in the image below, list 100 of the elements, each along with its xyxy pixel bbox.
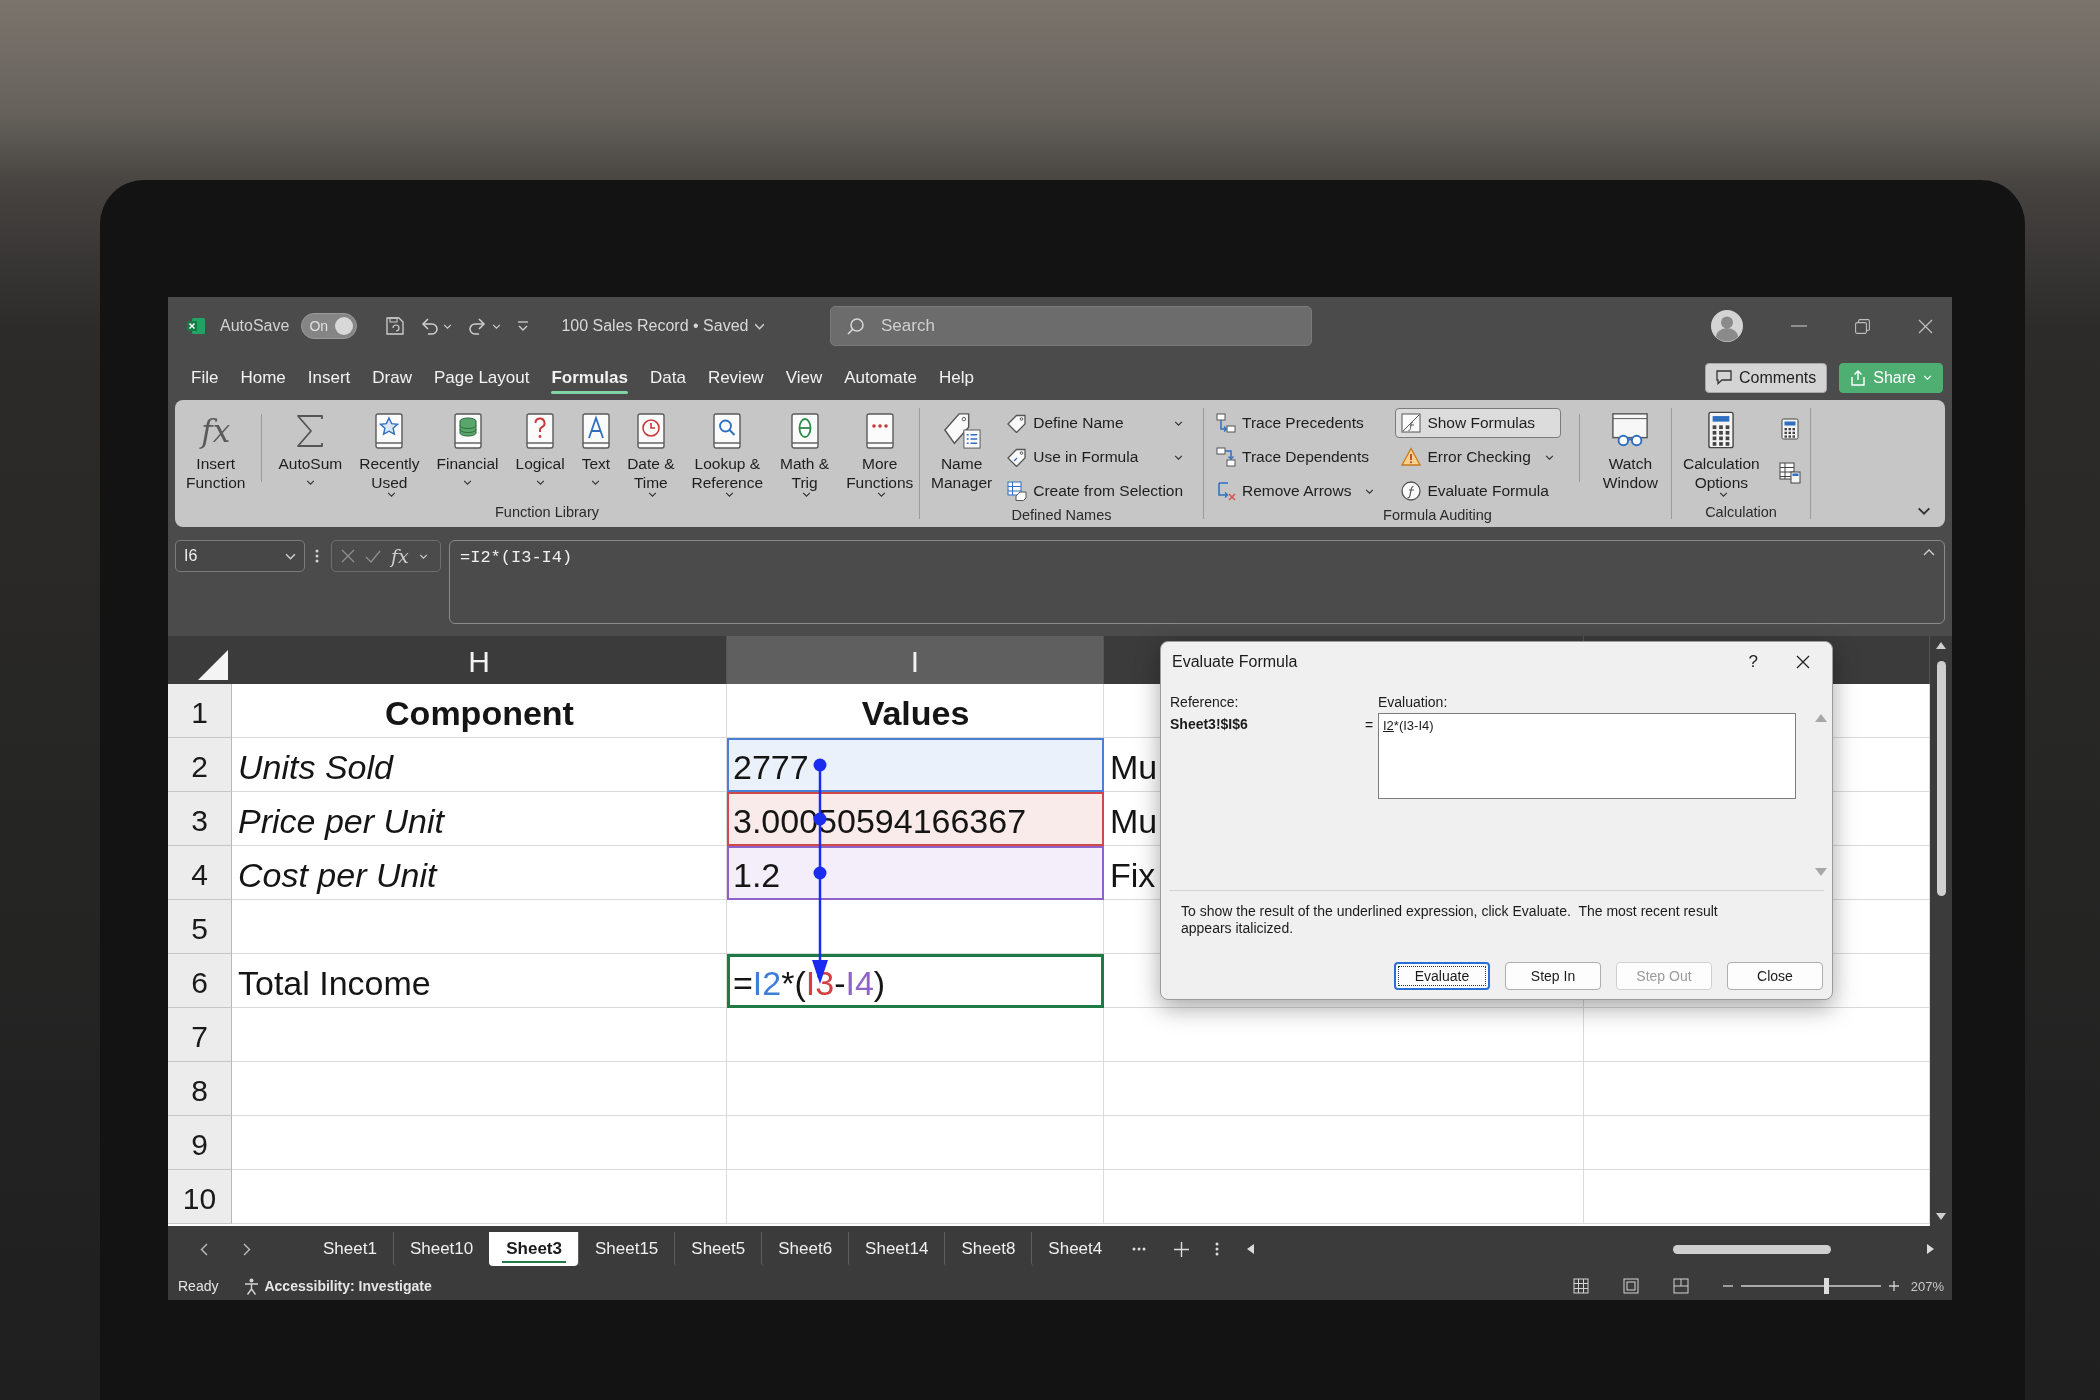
ribbon-button[interactable]: Date & Time [622, 406, 680, 501]
page-layout-icon[interactable] [1622, 1278, 1639, 1294]
ribbon-tab[interactable]: Insert [296, 355, 362, 400]
row-header[interactable]: 7 [168, 1008, 232, 1062]
ribbon-button[interactable]: Define Name [1001, 408, 1191, 438]
row-header[interactable]: 5 [168, 900, 232, 954]
restore-icon[interactable] [1855, 318, 1870, 334]
ribbon-button[interactable]: Trace Dependents [1210, 442, 1382, 472]
slider-thumb[interactable] [1824, 1278, 1830, 1294]
cancel-icon[interactable] [341, 549, 355, 563]
ribbon-button[interactable]: Name Manager [926, 406, 998, 496]
search-field[interactable]: Search [830, 306, 1312, 346]
check-icon[interactable] [365, 549, 381, 563]
row-header[interactable]: 1 [168, 684, 232, 738]
undo-icon[interactable] [419, 316, 440, 336]
accessibility-icon[interactable] [244, 1277, 260, 1295]
customize-icon[interactable] [517, 320, 530, 332]
ribbon-tab[interactable]: View [774, 355, 834, 400]
ribbon-button[interactable]: Watch Window [1597, 406, 1663, 496]
ribbon-button[interactable]: fx Insert Function [181, 406, 251, 496]
scrollbar-thumb[interactable] [1673, 1244, 1831, 1254]
sheet-tab[interactable]: Sheet6 [761, 1232, 849, 1266]
more-icon[interactable] [1132, 1247, 1147, 1251]
scroll-left-icon[interactable] [1247, 1244, 1255, 1254]
ribbon-button[interactable]: Trace Precedents [1210, 408, 1382, 438]
ribbon-tab[interactable]: Home [229, 355, 297, 400]
dialog-title: Evaluate Formula [1172, 653, 1298, 671]
save-icon[interactable] [385, 316, 406, 336]
row-header[interactable]: 2 [168, 738, 232, 792]
scrollbar-thumb[interactable] [1936, 661, 1946, 896]
normal-view-icon[interactable] [1572, 1278, 1589, 1294]
plus-icon[interactable] [1174, 1241, 1190, 1257]
row-header[interactable]: 4 [168, 846, 232, 900]
row-header[interactable]: 8 [168, 1062, 232, 1116]
zoom-level[interactable]: 207% [1910, 1278, 1944, 1294]
ribbon-button[interactable]: Remove Arrows [1210, 476, 1382, 506]
zoom-in-icon[interactable] [1888, 1281, 1899, 1291]
page-break-icon[interactable] [1672, 1278, 1689, 1294]
sheet-tab[interactable]: Sheet5 [674, 1232, 762, 1266]
dialog-button[interactable]: Evaluate [1394, 962, 1490, 990]
scroll-up-icon[interactable] [1936, 642, 1946, 649]
ribbon-tab[interactable]: Page Layout [422, 355, 541, 400]
more-vertical-icon[interactable] [315, 549, 319, 563]
ribbon-button[interactable]: Show Formulas [1395, 408, 1561, 438]
ribbon-button[interactable]: Calculation Options [1678, 406, 1765, 501]
caret-icon [1718, 492, 1728, 497]
cell-text: Fix [1110, 856, 1156, 895]
row-header[interactable]: 10 [168, 1170, 232, 1224]
sheet-tab[interactable]: Sheet4 [1031, 1232, 1119, 1266]
ribbon-button[interactable]: More Functions [841, 406, 919, 501]
comment-icon [1715, 370, 1732, 385]
ribbon-button[interactable]: Evaluate Formula [1395, 476, 1561, 506]
ribbon-button[interactable]: Create from Selection [1001, 476, 1191, 506]
row-header[interactable]: 6 [168, 954, 232, 1008]
vertical-scrollbar[interactable] [1930, 636, 1952, 1226]
dialog-button[interactable]: Close [1727, 962, 1823, 990]
ribbon-tab[interactable]: Data [638, 355, 697, 400]
name-manager-icon [942, 411, 981, 449]
next-sheet-icon[interactable] [243, 1242, 251, 1256]
accessibility-status[interactable]: Accessibility: Investigate [264, 1278, 432, 1294]
caret-icon [535, 480, 545, 485]
column-header[interactable]: I [727, 636, 1104, 684]
ribbon-tab[interactable]: Review [696, 355, 775, 400]
more-vertical-icon[interactable] [1215, 1242, 1220, 1256]
help-button[interactable]: ? [1744, 652, 1762, 672]
sheet-tab[interactable]: Sheet3 [489, 1232, 578, 1266]
row-header[interactable]: 3 [168, 792, 232, 846]
ribbon-button[interactable]: Error Checking [1395, 442, 1561, 472]
dialog-button[interactable]: Step In [1505, 962, 1601, 990]
ribbon-tab[interactable]: Formulas [540, 355, 639, 400]
document-title[interactable]: 100 Sales Record • Saved [561, 317, 749, 335]
name-box[interactable]: I6 [175, 540, 305, 572]
ribbon-button[interactable]: Recently Used [354, 406, 425, 501]
sheet-tab[interactable]: Sheet14 [848, 1232, 945, 1266]
close-icon[interactable] [1796, 655, 1810, 669]
ribbon-tab[interactable]: Draw [361, 355, 423, 400]
group-label: Calculation [1704, 503, 1778, 522]
ribbon-button[interactable]: Text [576, 406, 616, 496]
ribbon-tab[interactable]: File [180, 355, 230, 400]
ribbon-tab[interactable]: Automate [833, 355, 928, 400]
scroll-right-icon[interactable] [1927, 1244, 1934, 1254]
ribbon-button[interactable]: Lookup & Reference [686, 406, 769, 501]
previous-sheet-icon[interactable] [200, 1242, 208, 1256]
formula-field[interactable]: =I2*(I3-I4) [449, 540, 1945, 624]
sheet-tab[interactable]: Sheet1 [306, 1232, 393, 1266]
row-header[interactable]: 9 [168, 1116, 232, 1170]
letter-book-icon [581, 413, 610, 449]
ribbon-button[interactable]: AutoSum [273, 406, 348, 496]
sheet-tab[interactable]: Sheet15 [578, 1232, 675, 1266]
ribbon-button[interactable]: Use in Formula [1001, 442, 1191, 472]
chevron-up-icon[interactable] [1923, 549, 1935, 556]
function-icon[interactable]: fx [391, 546, 409, 566]
ribbon-button[interactable]: Math & Trig [775, 406, 835, 501]
sheet-tab[interactable]: Sheet8 [944, 1232, 1032, 1266]
comments-button[interactable]: Comments [1704, 362, 1828, 393]
ribbon-tab[interactable]: Help [927, 355, 985, 400]
ribbon-button[interactable]: Logical [510, 406, 570, 496]
avatar-icon[interactable] [1711, 310, 1743, 342]
scroll-down-icon[interactable] [1936, 1213, 1946, 1220]
ribbon-button[interactable]: Financial [431, 406, 504, 496]
